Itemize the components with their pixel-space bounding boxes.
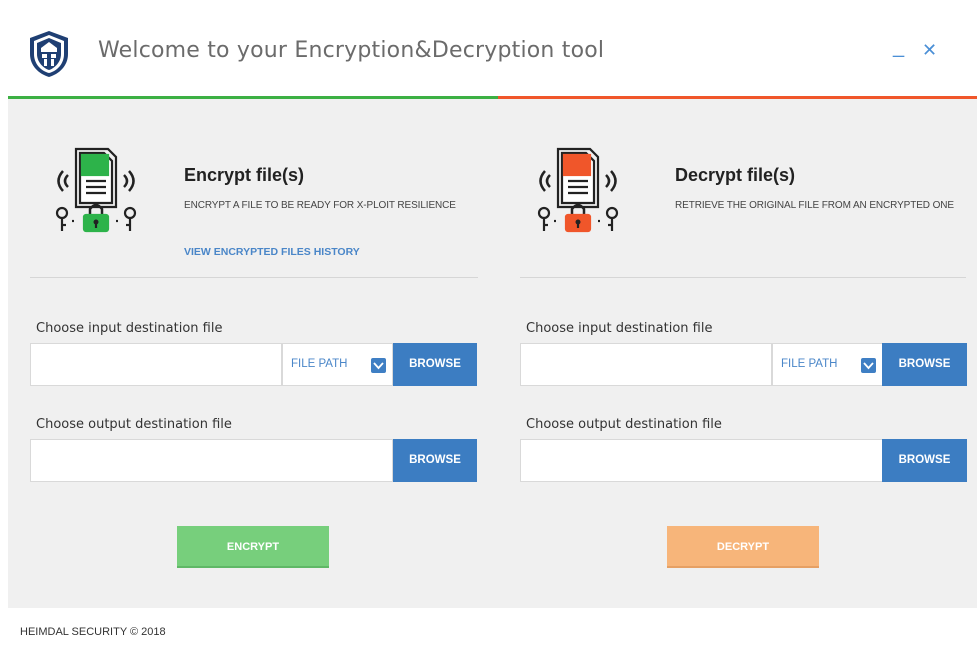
encrypt-browse-output-button[interactable]: BROWSE	[393, 439, 477, 482]
encrypt-output-label: Choose output destination file	[36, 417, 232, 432]
decrypt-file-path-select[interactable]: FILE PATH	[772, 343, 883, 386]
decrypt-output-label: Choose output destination file	[526, 417, 722, 432]
decrypt-button[interactable]: DECRYPT	[667, 526, 819, 568]
decrypt-heading: Decrypt file(s)	[675, 165, 796, 185]
decrypt-browse-input-button[interactable]: BROWSE	[882, 343, 967, 386]
encrypt-button[interactable]: ENCRYPT	[177, 526, 329, 568]
encrypt-panel: Encrypt file(s) ENCRYPT A FILE TO BE REA…	[8, 99, 498, 608]
chevron-down-icon[interactable]	[371, 358, 386, 373]
minimize-button[interactable]: _	[893, 36, 904, 59]
decrypt-input-field[interactable]	[520, 343, 772, 386]
close-button[interactable]: ✕	[922, 40, 937, 61]
encrypt-output-field[interactable]	[30, 439, 393, 482]
copyright-text: HEIMDAL SECURITY © 2018	[20, 626, 166, 638]
view-encrypted-history-link[interactable]: VIEW ENCRYPTED FILES HISTORY	[184, 246, 360, 258]
decrypt-panel: Decrypt file(s) RETRIEVE THE ORIGINAL FI…	[498, 99, 977, 608]
encrypt-input-field[interactable]	[30, 343, 282, 386]
encrypt-input-label: Choose input destination file	[36, 321, 223, 336]
encrypt-browse-input-button[interactable]: BROWSE	[393, 343, 477, 386]
divider	[520, 277, 966, 278]
encrypt-subtitle: ENCRYPT A FILE TO BE READY FOR X-PLOIT R…	[184, 200, 456, 211]
footer: HEIMDAL SECURITY © 2018	[0, 608, 977, 658]
shield-logo-icon	[28, 30, 70, 78]
decrypt-subtitle: RETRIEVE THE ORIGINAL FILE FROM AN ENCRY…	[675, 200, 954, 211]
encrypt-file-path-select[interactable]: FILE PATH	[282, 343, 393, 386]
file-path-label: FILE PATH	[291, 358, 348, 370]
title-bar: Welcome to your Encryption&Decryption to…	[0, 0, 977, 96]
window-title: Welcome to your Encryption&Decryption to…	[98, 38, 605, 63]
chevron-down-icon[interactable]	[861, 358, 876, 373]
decrypt-input-label: Choose input destination file	[526, 321, 713, 336]
decrypt-browse-output-button[interactable]: BROWSE	[882, 439, 967, 482]
decrypt-output-field[interactable]	[520, 439, 883, 482]
divider	[30, 277, 478, 278]
encrypt-heading: Encrypt file(s)	[184, 165, 305, 185]
encrypt-document-lock-icon	[46, 139, 146, 239]
file-path-label: FILE PATH	[781, 358, 838, 370]
decrypt-document-lock-icon	[528, 139, 628, 239]
